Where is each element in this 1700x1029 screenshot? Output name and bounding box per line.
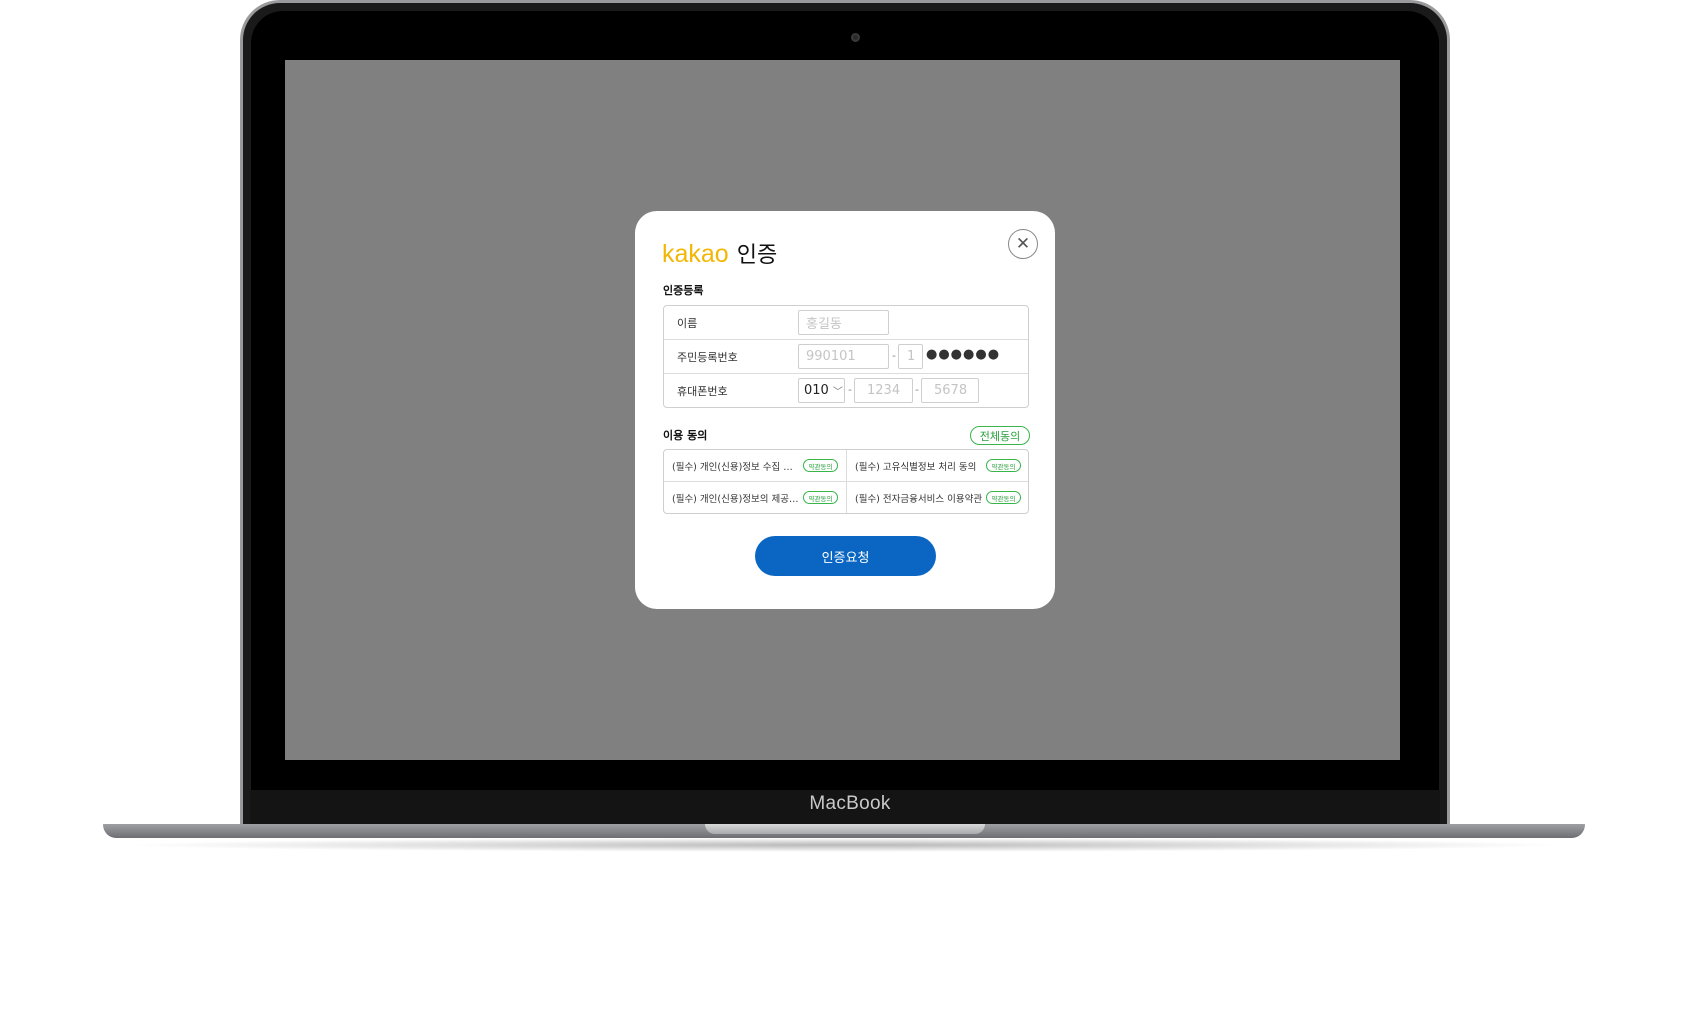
name-label: 이름 (677, 317, 698, 330)
laptop-base-notch (705, 824, 985, 834)
agreement-item: (필수) 개인(신용)정보 수집 및 이용 동의 약관동의 (664, 450, 846, 482)
modal-title: kakao 인증 (662, 237, 778, 268)
resident-id-separator: - (892, 349, 896, 362)
name-input[interactable]: 홍길동 (798, 310, 889, 335)
close-button[interactable]: ✕ (1008, 229, 1038, 259)
brand-logo: kakao (662, 240, 729, 268)
agree-terms-button[interactable]: 약관동의 (803, 491, 838, 504)
name-row: 이름 홍길동 (664, 306, 1028, 340)
agreement-item: (필수) 고유식별정보 처리 동의 약관동의 (847, 450, 1029, 482)
agreement-item: (필수) 개인(신용)정보의 제공에 관한 동의 약관동의 (664, 482, 846, 514)
agreement-item-text: (필수) 전자금융서비스 이용약관 (855, 494, 983, 505)
phone-last-input[interactable]: 5678 (921, 378, 979, 403)
phone-prefix-value: 010 (804, 383, 829, 398)
all-agree-button[interactable]: 전체동의 (970, 426, 1030, 445)
resident-id-back-first-input[interactable]: 1 (898, 344, 923, 369)
device-brand-label: MacBook (809, 793, 891, 814)
phone-label: 휴대폰번호 (677, 385, 728, 398)
phone-row: 휴대폰번호 010 ﹀ - 1234 - 5678 (664, 374, 1028, 408)
agree-terms-button[interactable]: 약관동의 (986, 491, 1021, 504)
laptop-shadow (120, 838, 1570, 852)
phone-middle-input[interactable]: 1234 (854, 378, 913, 403)
registration-form: 이름 홍길동 주민등록번호 990101 - 1 ●●●●●● 휴대폰번호 01… (663, 305, 1029, 408)
agree-terms-button[interactable]: 약관동의 (986, 459, 1021, 472)
request-auth-button[interactable]: 인증요청 (755, 536, 936, 576)
resident-id-masked: ●●●●●● (926, 347, 1001, 362)
agreement-section-label: 이용 동의 (663, 429, 708, 442)
phone-separator-1: - (848, 383, 852, 396)
resident-id-front-input[interactable]: 990101 (798, 344, 889, 369)
mockup-stage: MacBook kakao 인증 ✕ 인증등록 이름 홍길동 주민등록번호 99… (0, 0, 1700, 1029)
agree-terms-button[interactable]: 약관동의 (803, 459, 838, 472)
registration-section-label: 인증등록 (663, 284, 704, 297)
camera-icon (851, 33, 860, 42)
chevron-down-icon: ﹀ (832, 387, 843, 398)
agreement-item-text: (필수) 개인(신용)정보 수집 및 이용 동의 (672, 462, 800, 473)
auth-modal: kakao 인증 ✕ 인증등록 이름 홍길동 주민등록번호 990101 - 1… (635, 211, 1055, 609)
modal-title-text: 인증 (736, 243, 778, 268)
agreement-item: (필수) 전자금융서비스 이용약관 약관동의 (847, 482, 1029, 514)
phone-prefix-select[interactable]: 010 ﹀ (798, 378, 845, 403)
screen: kakao 인증 ✕ 인증등록 이름 홍길동 주민등록번호 990101 - 1… (285, 60, 1400, 760)
resident-id-label: 주민등록번호 (677, 351, 738, 364)
close-icon: ✕ (1015, 233, 1031, 254)
agreement-item-text: (필수) 고유식별정보 처리 동의 (855, 462, 977, 473)
phone-separator-2: - (915, 383, 919, 396)
agreement-list: (필수) 개인(신용)정보 수집 및 이용 동의 약관동의 (필수) 고유식별정… (663, 449, 1029, 514)
agreement-item-text: (필수) 개인(신용)정보의 제공에 관한 동의 (672, 494, 800, 505)
resident-id-row: 주민등록번호 990101 - 1 ●●●●●● (664, 340, 1028, 374)
